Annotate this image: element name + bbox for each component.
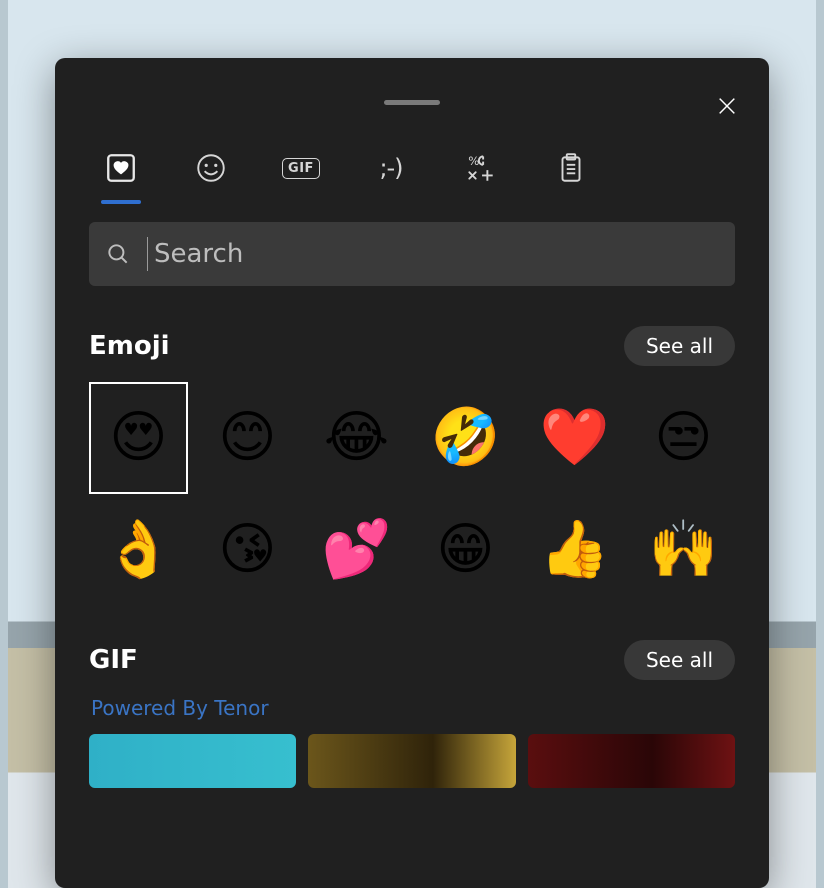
tab-kaomoji[interactable]: ;-) bbox=[365, 142, 417, 194]
emoji-glyph: ❤️ bbox=[540, 410, 610, 466]
emoji-smiling-face-with-heart-eyes[interactable]: 😍 bbox=[89, 382, 188, 494]
symbols-icon: % bbox=[464, 151, 498, 185]
titlebar bbox=[55, 58, 769, 128]
emoji-glyph: 🤣 bbox=[431, 410, 501, 466]
svg-text:%: % bbox=[468, 154, 479, 168]
gif-section-title: GIF bbox=[89, 645, 138, 675]
search-input[interactable] bbox=[147, 237, 719, 271]
emoji-glyph: 😍 bbox=[109, 410, 167, 466]
tab-recent[interactable] bbox=[95, 142, 147, 194]
tab-emoji[interactable] bbox=[185, 142, 237, 194]
emoji-face-blowing-a-kiss[interactable]: 😘 bbox=[198, 494, 297, 606]
emoji-face-with-tears-of-joy[interactable]: 😂 bbox=[307, 382, 406, 494]
close-icon bbox=[716, 95, 738, 117]
gif-section-header: GIF See all bbox=[89, 640, 735, 680]
content-scroll: Emoji See all 😍😊😂🤣❤️😒👌😘💕😁👍🙌 GIF See all … bbox=[55, 292, 769, 888]
clipboard-icon bbox=[554, 151, 588, 185]
gif-attribution: Powered By Tenor bbox=[91, 696, 735, 720]
gif-icon: GIF bbox=[282, 158, 320, 179]
emoji-glyph: 😂 bbox=[324, 410, 389, 466]
emoji-raising-hands[interactable]: 🙌 bbox=[634, 494, 733, 606]
gif-thumbnail-1[interactable] bbox=[89, 734, 296, 788]
emoji-glyph: 👍 bbox=[540, 522, 610, 578]
emoji-glyph: 🙌 bbox=[649, 522, 719, 578]
gif-see-all-button[interactable]: See all bbox=[624, 640, 735, 680]
emoji-glyph: 😘 bbox=[218, 522, 276, 578]
gif-thumbnail-3[interactable] bbox=[528, 734, 735, 788]
search-field[interactable] bbox=[89, 222, 735, 286]
emoji-section-header: Emoji See all bbox=[89, 326, 735, 366]
emoji-red-heart[interactable]: ❤️ bbox=[525, 382, 624, 494]
emoji-thumbs-up[interactable]: 👍 bbox=[525, 494, 624, 606]
emoji-see-all-button[interactable]: See all bbox=[624, 326, 735, 366]
tab-clipboard[interactable] bbox=[545, 142, 597, 194]
emoji-beaming-face-with-smiling-eyes[interactable]: 😁 bbox=[416, 494, 515, 606]
emoji-glyph: 👌 bbox=[104, 522, 174, 578]
tab-symbols[interactable]: % bbox=[455, 142, 507, 194]
emoji-unamused-face[interactable]: 😒 bbox=[634, 382, 733, 494]
emoji-rolling-on-the-floor-laughing[interactable]: 🤣 bbox=[416, 382, 515, 494]
emoji-picker-panel: GIF ;-) % bbox=[55, 58, 769, 888]
emoji-glyph: 😒 bbox=[654, 410, 712, 466]
emoji-glyph: 😊 bbox=[218, 410, 276, 466]
search-icon bbox=[105, 241, 131, 267]
tab-gif[interactable]: GIF bbox=[275, 142, 327, 194]
square-heart-icon bbox=[104, 151, 138, 185]
kaomoji-icon: ;-) bbox=[379, 154, 402, 182]
emoji-ok-hand[interactable]: 👌 bbox=[89, 494, 188, 606]
emoji-grid: 😍 😊 😂 🤣 ❤️ 😒 👌 😘 💕 😁 👍 🙌 bbox=[89, 382, 735, 606]
gif-thumbnail-2[interactable] bbox=[308, 734, 515, 788]
smiley-icon bbox=[194, 151, 228, 185]
drag-handle[interactable] bbox=[384, 100, 440, 105]
category-tabs: GIF ;-) % bbox=[55, 128, 769, 212]
search-container bbox=[55, 212, 769, 292]
close-button[interactable] bbox=[707, 86, 747, 126]
emoji-smiling-face-with-smiling-eyes[interactable]: 😊 bbox=[198, 382, 297, 494]
emoji-glyph: 💕 bbox=[322, 522, 392, 578]
emoji-section-title: Emoji bbox=[89, 331, 170, 361]
emoji-two-hearts[interactable]: 💕 bbox=[307, 494, 406, 606]
emoji-glyph: 😁 bbox=[436, 522, 494, 578]
gif-row bbox=[89, 734, 735, 788]
